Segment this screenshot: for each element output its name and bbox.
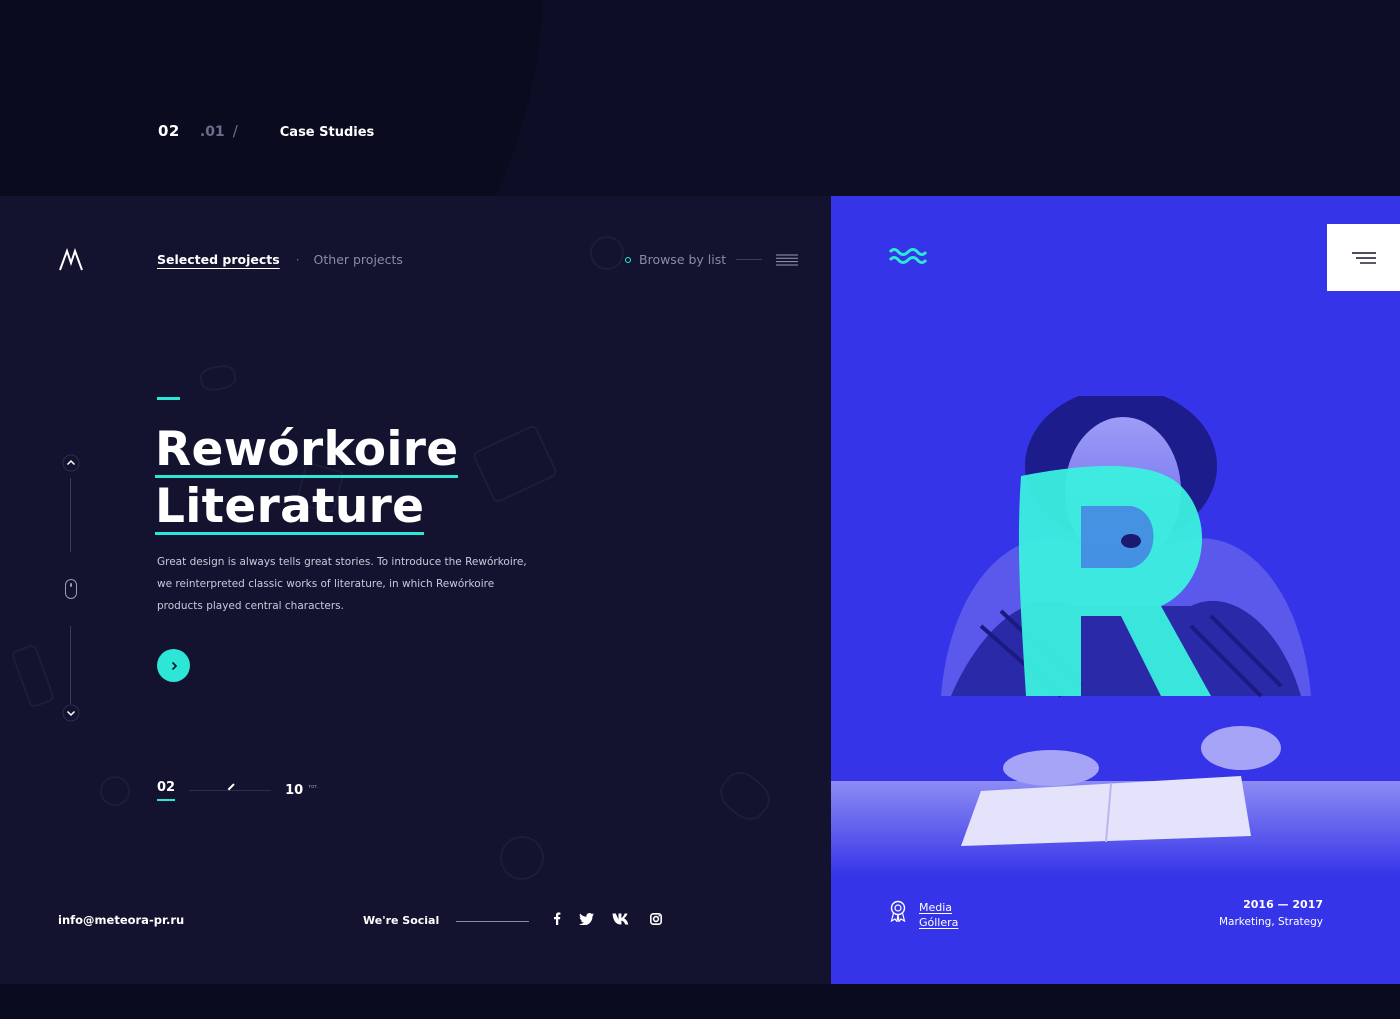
tab-separator: · [295, 252, 300, 267]
background-doodle [100, 776, 130, 806]
project-image-panel: Media Góllera 2016 — 2017 Marketing, Str… [831, 196, 1400, 984]
project-hero-image [831, 396, 1400, 876]
background-doodle [471, 423, 559, 505]
background-doodle [583, 229, 631, 277]
project-description: Great design is always tells great stori… [157, 556, 527, 612]
title-accent-dash [157, 397, 180, 400]
counter-current: 02 [157, 780, 176, 801]
slider-track-top [70, 478, 71, 552]
background-doodle [198, 363, 238, 393]
slider-track-bottom [70, 626, 71, 704]
counter-slash [227, 783, 235, 791]
vk-icon[interactable] [612, 913, 632, 925]
open-project-button[interactable] [157, 649, 190, 682]
footer-strip [0, 984, 1400, 1019]
menu-button[interactable] [1327, 224, 1400, 291]
award-text: Media Góllera [919, 900, 958, 930]
twitter-icon[interactable] [579, 912, 594, 925]
chevron-right-icon [171, 661, 177, 670]
project-title-line2: Literature [155, 479, 425, 535]
mouse-scroll-icon [65, 579, 77, 599]
project-years: 2016 — 2017 [1243, 898, 1323, 911]
award-line1: Media [919, 901, 953, 914]
chevron-down-icon[interactable] [62, 704, 80, 722]
project-tabs: Selected projects · Other projects [157, 252, 403, 267]
tab-selected-projects[interactable]: Selected projects [157, 252, 280, 267]
breadcrumb-sub-number: .01 [199, 124, 225, 140]
breadcrumb-section-number: 02 [158, 122, 180, 140]
decorative-circle [0, 0, 544, 196]
counter-total-suffix: тот. [308, 783, 319, 790]
project-slider-control [60, 454, 82, 724]
award-ribbon-icon [890, 900, 906, 922]
instagram-icon[interactable] [650, 912, 662, 925]
browse-by-list-button[interactable]: Browse by list [625, 252, 799, 267]
hamburger-icon [1351, 251, 1376, 264]
social-divider [456, 921, 529, 922]
counter-progress-line [189, 783, 272, 791]
social-label: We're Social [363, 914, 440, 927]
project-tags: Marketing, Strategy [1219, 916, 1323, 928]
breadcrumb-slash: / [232, 122, 238, 140]
breadcrumb-title[interactable]: Case Studies [280, 125, 375, 140]
waves-icon [889, 248, 927, 264]
project-counter: 02 10 тот. [157, 780, 319, 801]
background-doodle [496, 832, 548, 884]
project-meta: 2016 — 2017 Marketing, Strategy [1219, 897, 1323, 931]
list-icon [776, 254, 799, 265]
project-title-line1: Rewórkoire [155, 422, 459, 478]
facebook-icon[interactable] [553, 912, 561, 925]
meteora-logo-icon[interactable] [58, 248, 84, 272]
chevron-up-icon[interactable] [62, 454, 80, 472]
tab-other-projects[interactable]: Other projects [314, 252, 403, 267]
project-info-panel: Selected projects · Other projects Brows… [0, 196, 831, 984]
browse-label: Browse by list [639, 252, 727, 267]
counter-total: 10 [285, 783, 304, 798]
contact-email-link[interactable]: info@meteora-pr.ru [58, 913, 184, 927]
browse-divider [736, 259, 763, 260]
award-link[interactable]: Media Góllera [889, 900, 958, 930]
award-line2: Góllera [919, 916, 959, 929]
background-doodle [10, 643, 56, 709]
background-doodle [712, 764, 778, 828]
browse-dot-icon [625, 256, 631, 263]
project-title: Rewórkoire Literature [155, 421, 459, 535]
header-band: 02 .01 / Case Studies [0, 0, 1400, 196]
social-links [553, 912, 680, 925]
breadcrumb: 02 .01 / Case Studies [158, 122, 374, 140]
